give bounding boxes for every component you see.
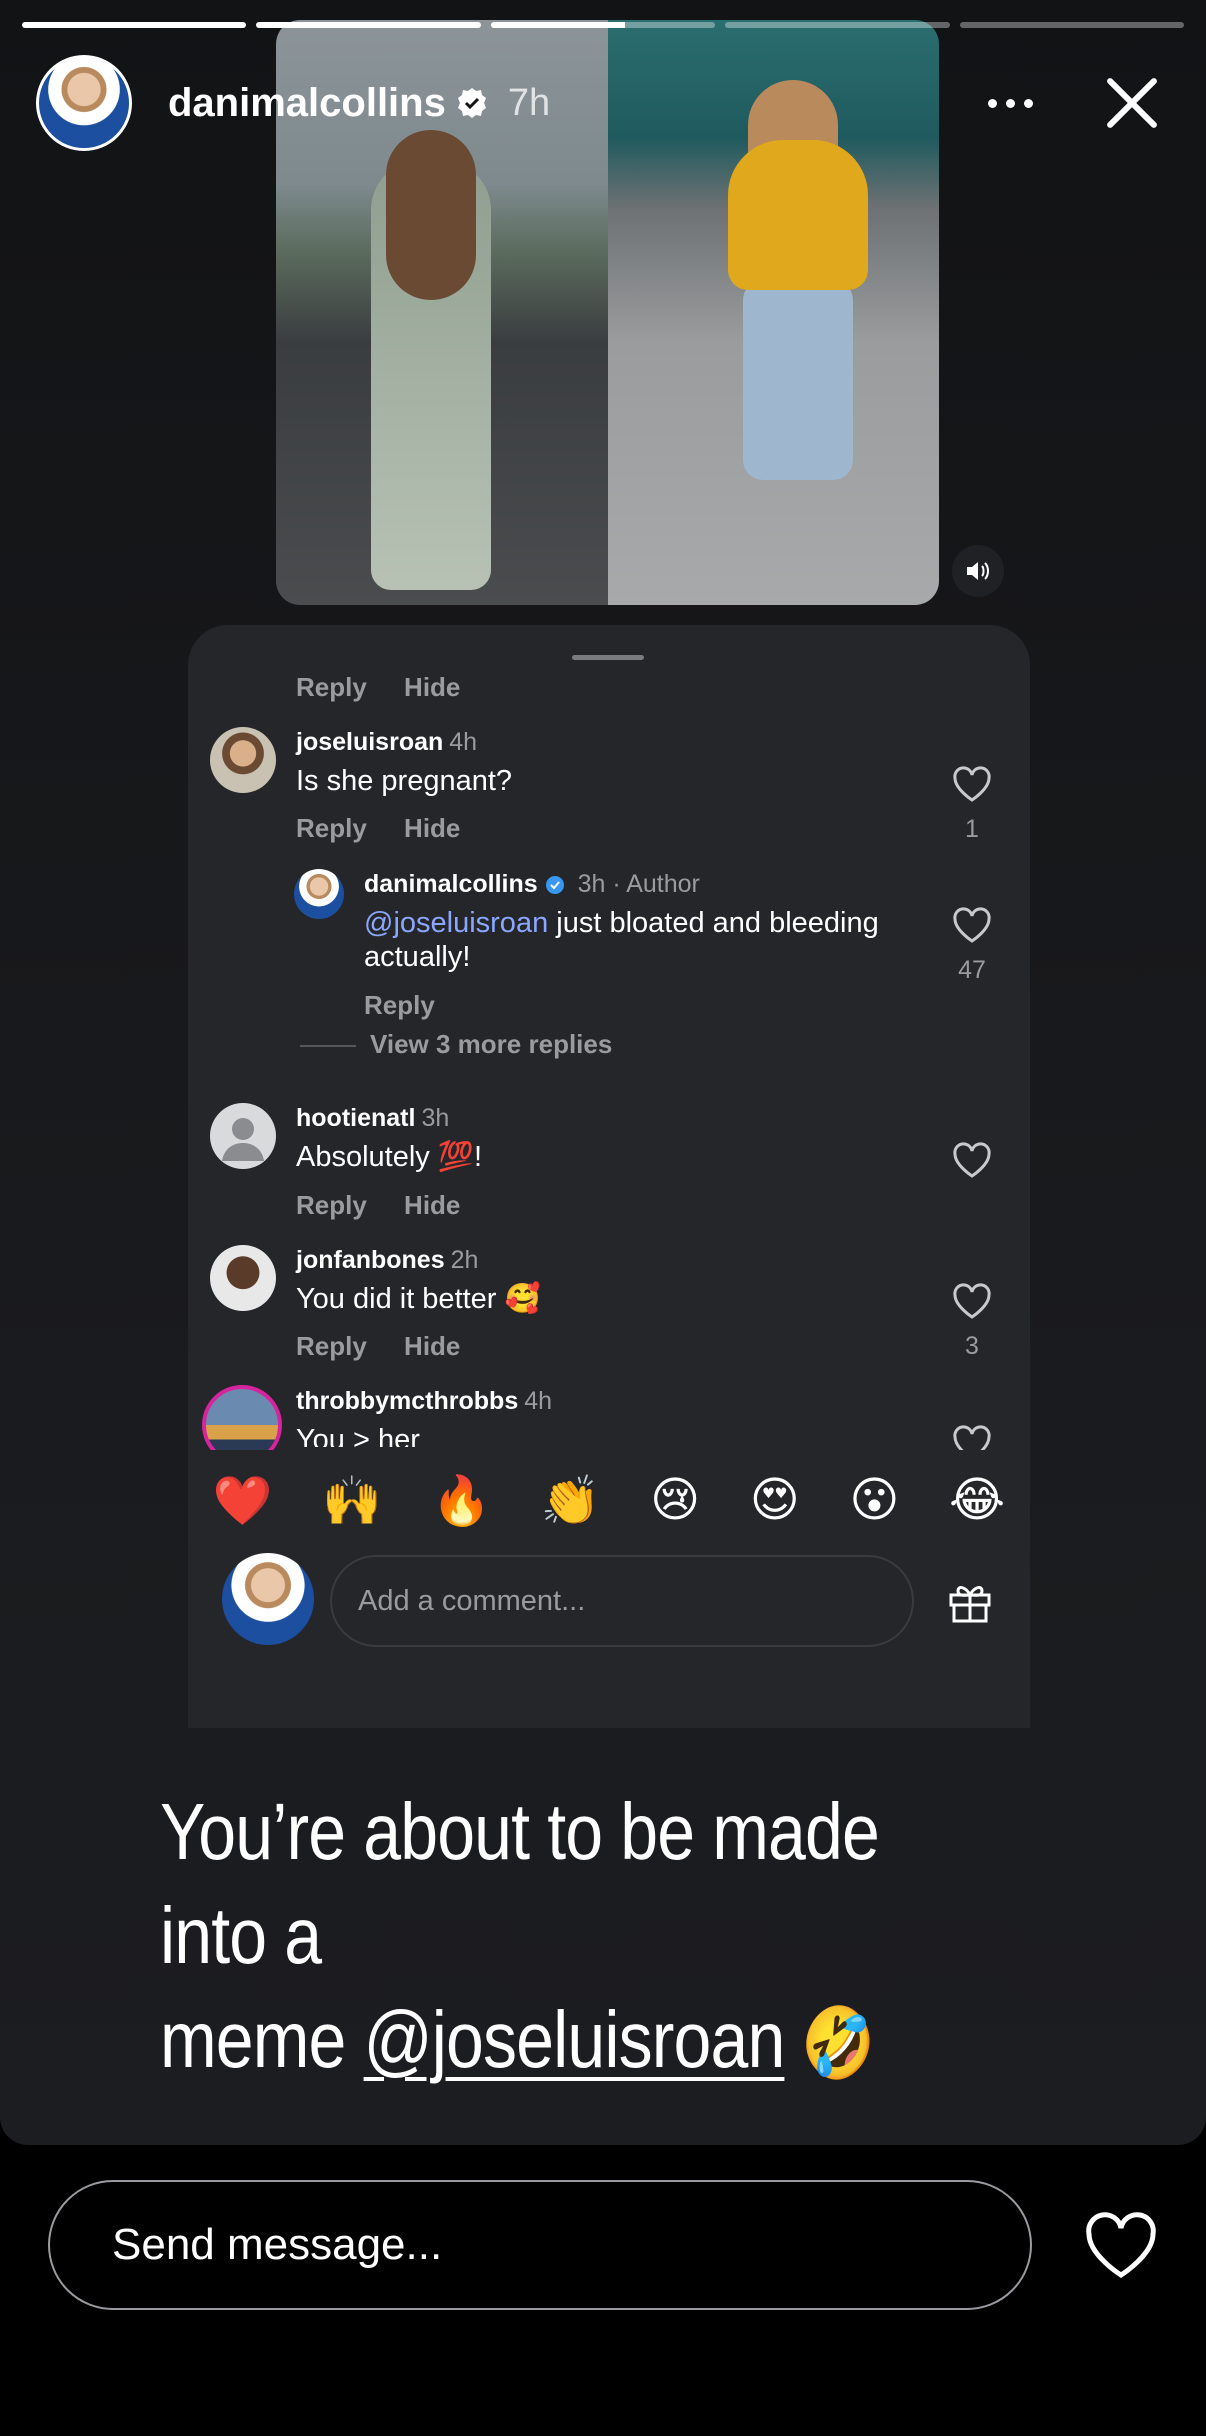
progress-segment: [22, 22, 247, 28]
caption-emoji: 🤣: [801, 2004, 875, 2082]
comment-text: You did it better 🥰: [296, 1283, 541, 1315]
comment-actions: Reply: [364, 990, 465, 1021]
heart-icon[interactable]: [952, 766, 992, 802]
avatar[interactable]: [210, 1245, 276, 1311]
progress-segment: [959, 22, 1185, 28]
view-more-replies-button[interactable]: View 3 more replies: [300, 1029, 612, 1060]
comment-actions: Reply Hide: [296, 813, 490, 844]
sheet-grabber[interactable]: [572, 655, 644, 660]
hide-button[interactable]: Hide: [404, 1190, 460, 1220]
avatar[interactable]: [210, 1103, 276, 1169]
reaction-raising-hands[interactable]: 🙌: [322, 1472, 382, 1529]
comment-username[interactable]: hootienatl 3h: [296, 1104, 449, 1133]
comment-text: You > her: [296, 1424, 420, 1447]
comment-text: Is she pregnant?: [296, 765, 513, 797]
mention-link[interactable]: @joseluisroan: [364, 1995, 786, 2084]
reply-button[interactable]: Reply: [296, 813, 367, 843]
reply-button[interactable]: Reply: [364, 990, 435, 1020]
comment-input[interactable]: [330, 1555, 914, 1647]
speaker-icon[interactable]: [952, 545, 1004, 597]
avatar: [222, 1553, 314, 1645]
comment-composer: [188, 1545, 1030, 1655]
like-count: 1: [965, 815, 979, 843]
reaction-wow[interactable]: 😮: [849, 1472, 899, 1528]
comment-username[interactable]: joseluisroan 4h: [296, 728, 477, 757]
like-count: 3: [965, 1332, 979, 1360]
reaction-clap[interactable]: 👏: [541, 1472, 601, 1529]
verified-badge-icon: [457, 88, 486, 118]
comment-text: Absolutely 💯!: [296, 1141, 483, 1173]
mention-link[interactable]: @joseluisroan: [364, 907, 548, 939]
hide-button[interactable]: Hide: [404, 1331, 460, 1361]
reaction-cry[interactable]: 😢: [650, 1472, 700, 1528]
story-progress: [22, 22, 1185, 28]
comment-actions: Reply Hide: [296, 1331, 490, 1362]
avatar[interactable]: [294, 869, 344, 919]
comment-text: @joseluisroan just bloated and bleeding …: [364, 907, 879, 973]
reaction-fire[interactable]: 🔥: [431, 1472, 491, 1529]
comment-actions: Reply Hide: [296, 672, 490, 703]
comment-username[interactable]: danimalcollins 3h · Author: [364, 870, 700, 899]
hide-button[interactable]: Hide: [404, 672, 460, 702]
heart-icon[interactable]: [952, 1283, 992, 1319]
story-time: 7h: [507, 81, 551, 124]
hide-button[interactable]: Hide: [404, 813, 460, 843]
gift-icon[interactable]: [946, 1577, 994, 1625]
more-options-icon[interactable]: [974, 67, 1046, 139]
caption-line: You’re about to be made into a: [160, 1787, 880, 1980]
quick-reactions: ❤️ 🙌 🔥 👏 😢 😍 😮 😂: [188, 1450, 1030, 1550]
like-count: 47: [958, 956, 986, 984]
default-avatar-icon: [222, 1118, 264, 1161]
progress-segment: [490, 22, 716, 28]
caption-line: meme @joseluisroan 🤣: [160, 1995, 876, 2084]
avatar[interactable]: [36, 55, 132, 151]
comment-username[interactable]: jonfanbones 2h: [296, 1246, 478, 1275]
reply-button[interactable]: Reply: [296, 672, 367, 702]
heart-icon[interactable]: [952, 1142, 992, 1178]
comment-username[interactable]: throbbymcthrobbs 4h: [296, 1387, 552, 1416]
story-caption: You’re about to be made into a meme @jos…: [160, 1780, 942, 2095]
reaction-heart[interactable]: ❤️: [213, 1472, 273, 1529]
reply-button[interactable]: Reply: [296, 1190, 367, 1220]
progress-segment: [256, 22, 481, 28]
reply-button[interactable]: Reply: [296, 1331, 367, 1361]
avatar[interactable]: [210, 727, 276, 793]
verified-badge-icon: [545, 876, 564, 894]
heart-icon[interactable]: [952, 1425, 992, 1450]
reaction-heart-eyes[interactable]: 😍: [750, 1472, 800, 1528]
reaction-laugh[interactable]: 😂: [949, 1472, 1005, 1528]
comment-actions: Reply Hide: [296, 1190, 490, 1221]
close-icon[interactable]: [1094, 65, 1170, 141]
story-username[interactable]: danimalcollins: [168, 81, 446, 126]
story-header: danimalcollins 7h: [36, 48, 1182, 158]
heart-icon[interactable]: [952, 907, 992, 943]
like-story-heart-icon[interactable]: [1084, 2212, 1158, 2280]
send-message-input[interactable]: [48, 2180, 1032, 2310]
progress-segment: [725, 22, 950, 28]
